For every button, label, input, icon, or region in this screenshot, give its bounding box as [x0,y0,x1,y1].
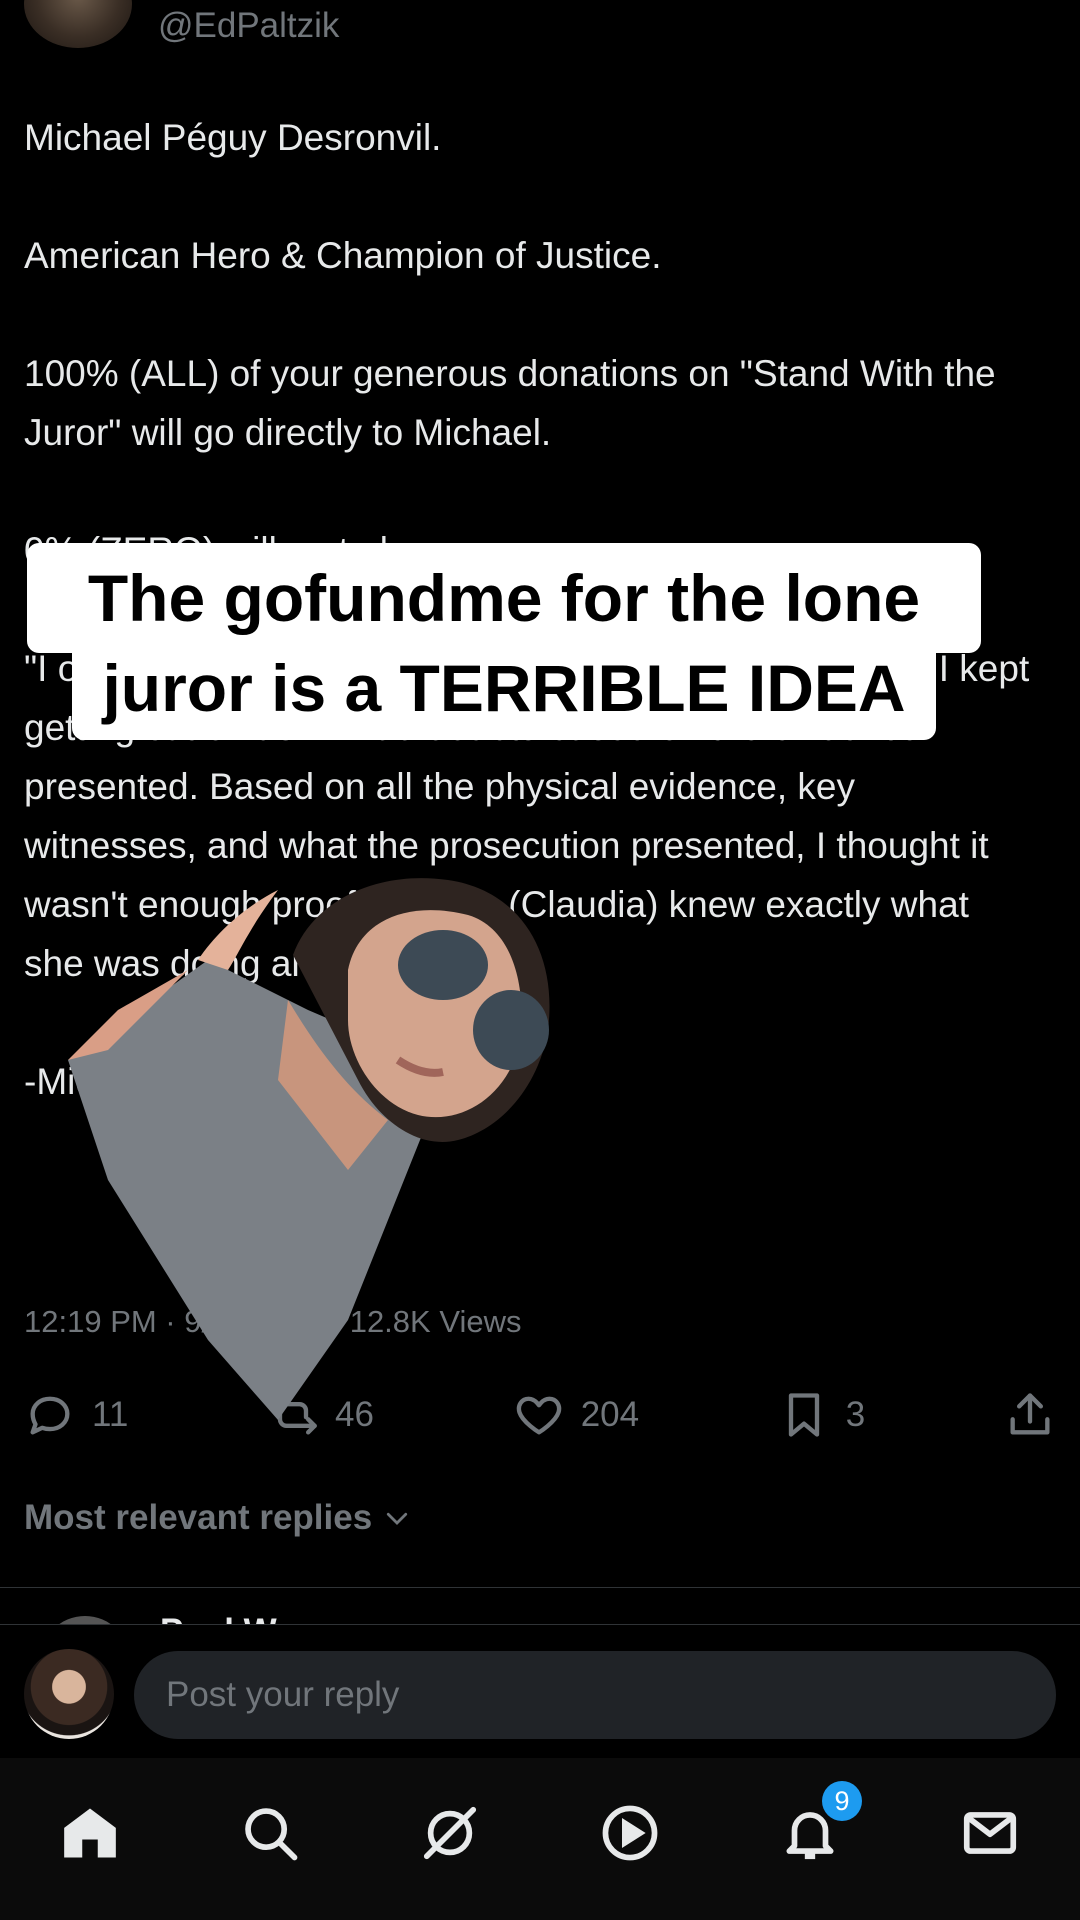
reply-input[interactable] [134,1651,1056,1739]
nav-messages[interactable] [950,1793,1030,1873]
play-icon [602,1805,658,1861]
bookmark-icon [788,1393,819,1437]
share-icon [1010,1393,1050,1435]
nav-home[interactable] [50,1793,130,1873]
notification-badge: 9 [822,1781,862,1821]
replies-sort-label: Most relevant replies [24,1498,373,1537]
author-handle[interactable]: @EdPaltzik [158,6,339,46]
mail-icon [963,1812,1017,1854]
nav-notifications[interactable]: 9 [770,1781,862,1873]
tweet-paragraph: 100% (ALL) of your generous donations on… [24,353,996,453]
home-icon [64,1808,116,1858]
replies-sort-dropdown[interactable]: Most relevant replies [24,1498,412,1538]
nav-search[interactable] [230,1793,310,1873]
search-icon [245,1808,298,1861]
bookmark-count: 3 [845,1395,866,1434]
tweet-paragraph: American Hero & Champion of Justice. [24,235,662,276]
nav-grok[interactable] [410,1793,490,1873]
creator-cutout-image [68,878,550,1420]
chevron-down-icon [387,1512,408,1525]
grok-icon [423,1806,477,1860]
reply-author-name: Paul W [160,1612,277,1624]
author-avatar[interactable] [24,0,132,48]
share-button[interactable] [1004,1389,1056,1441]
caption-line: juror is a TERRIBLE IDEA [72,636,936,740]
avatar[interactable] [40,1616,130,1624]
tweet-paragraph: Michael Péguy Desronvil. [24,117,442,158]
reply-composer [0,1624,1080,1758]
nav-video[interactable] [590,1793,670,1873]
tweet-author-header[interactable]: @EdPaltzik [24,0,339,48]
reply-list-item[interactable]: Paul W [0,1588,1080,1624]
current-user-avatar[interactable] [24,1649,114,1739]
bottom-navigation: 9 [0,1758,1080,1920]
tweet-detail-screen: @EdPaltzik Michael Péguy Desronvil. Amer… [0,0,1080,1920]
bookmark-button[interactable]: 3 [778,1389,865,1441]
